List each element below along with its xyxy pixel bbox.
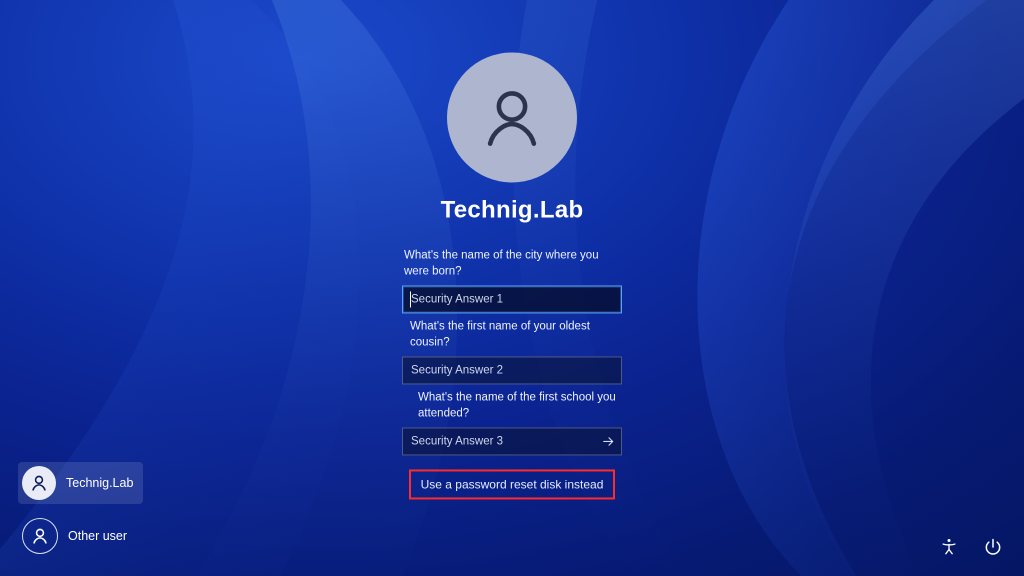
security-answer-1-field[interactable] (402, 285, 622, 313)
login-tray (938, 536, 1004, 558)
security-question-1: What's the name of the city where you we… (404, 248, 620, 279)
security-question-2: What's the first name of your oldest cou… (404, 319, 620, 350)
use-password-reset-disk-link[interactable]: Use a password reset disk instead (409, 470, 616, 500)
security-questions-form: What's the name of the city where you we… (402, 242, 622, 499)
text-caret (410, 291, 411, 307)
user-avatar-icon (22, 518, 58, 554)
user-avatar (447, 52, 577, 182)
accessibility-icon[interactable] (938, 536, 960, 558)
security-answer-3-field[interactable] (402, 428, 622, 456)
account-name: Technig.Lab (441, 196, 584, 224)
security-answer-2-field[interactable] (402, 357, 622, 385)
user-tile-other-user[interactable]: Other user (18, 514, 143, 558)
security-answer-3-input[interactable] (402, 428, 622, 456)
user-avatar-icon (22, 466, 56, 500)
security-answer-1-input[interactable] (402, 285, 622, 313)
user-list: Technig.Lab Other user (18, 462, 143, 558)
security-answer-2-input[interactable] (402, 357, 622, 385)
user-tile-label: Other user (68, 529, 127, 543)
user-tile-label: Technig.Lab (66, 476, 133, 490)
user-tile-technig-lab[interactable]: Technig.Lab (18, 462, 143, 504)
security-question-3: What's the name of the first school you … (404, 391, 620, 422)
power-icon[interactable] (982, 536, 1004, 558)
login-panel: Technig.Lab What's the name of the city … (312, 76, 712, 499)
submit-arrow-button[interactable] (598, 432, 618, 452)
